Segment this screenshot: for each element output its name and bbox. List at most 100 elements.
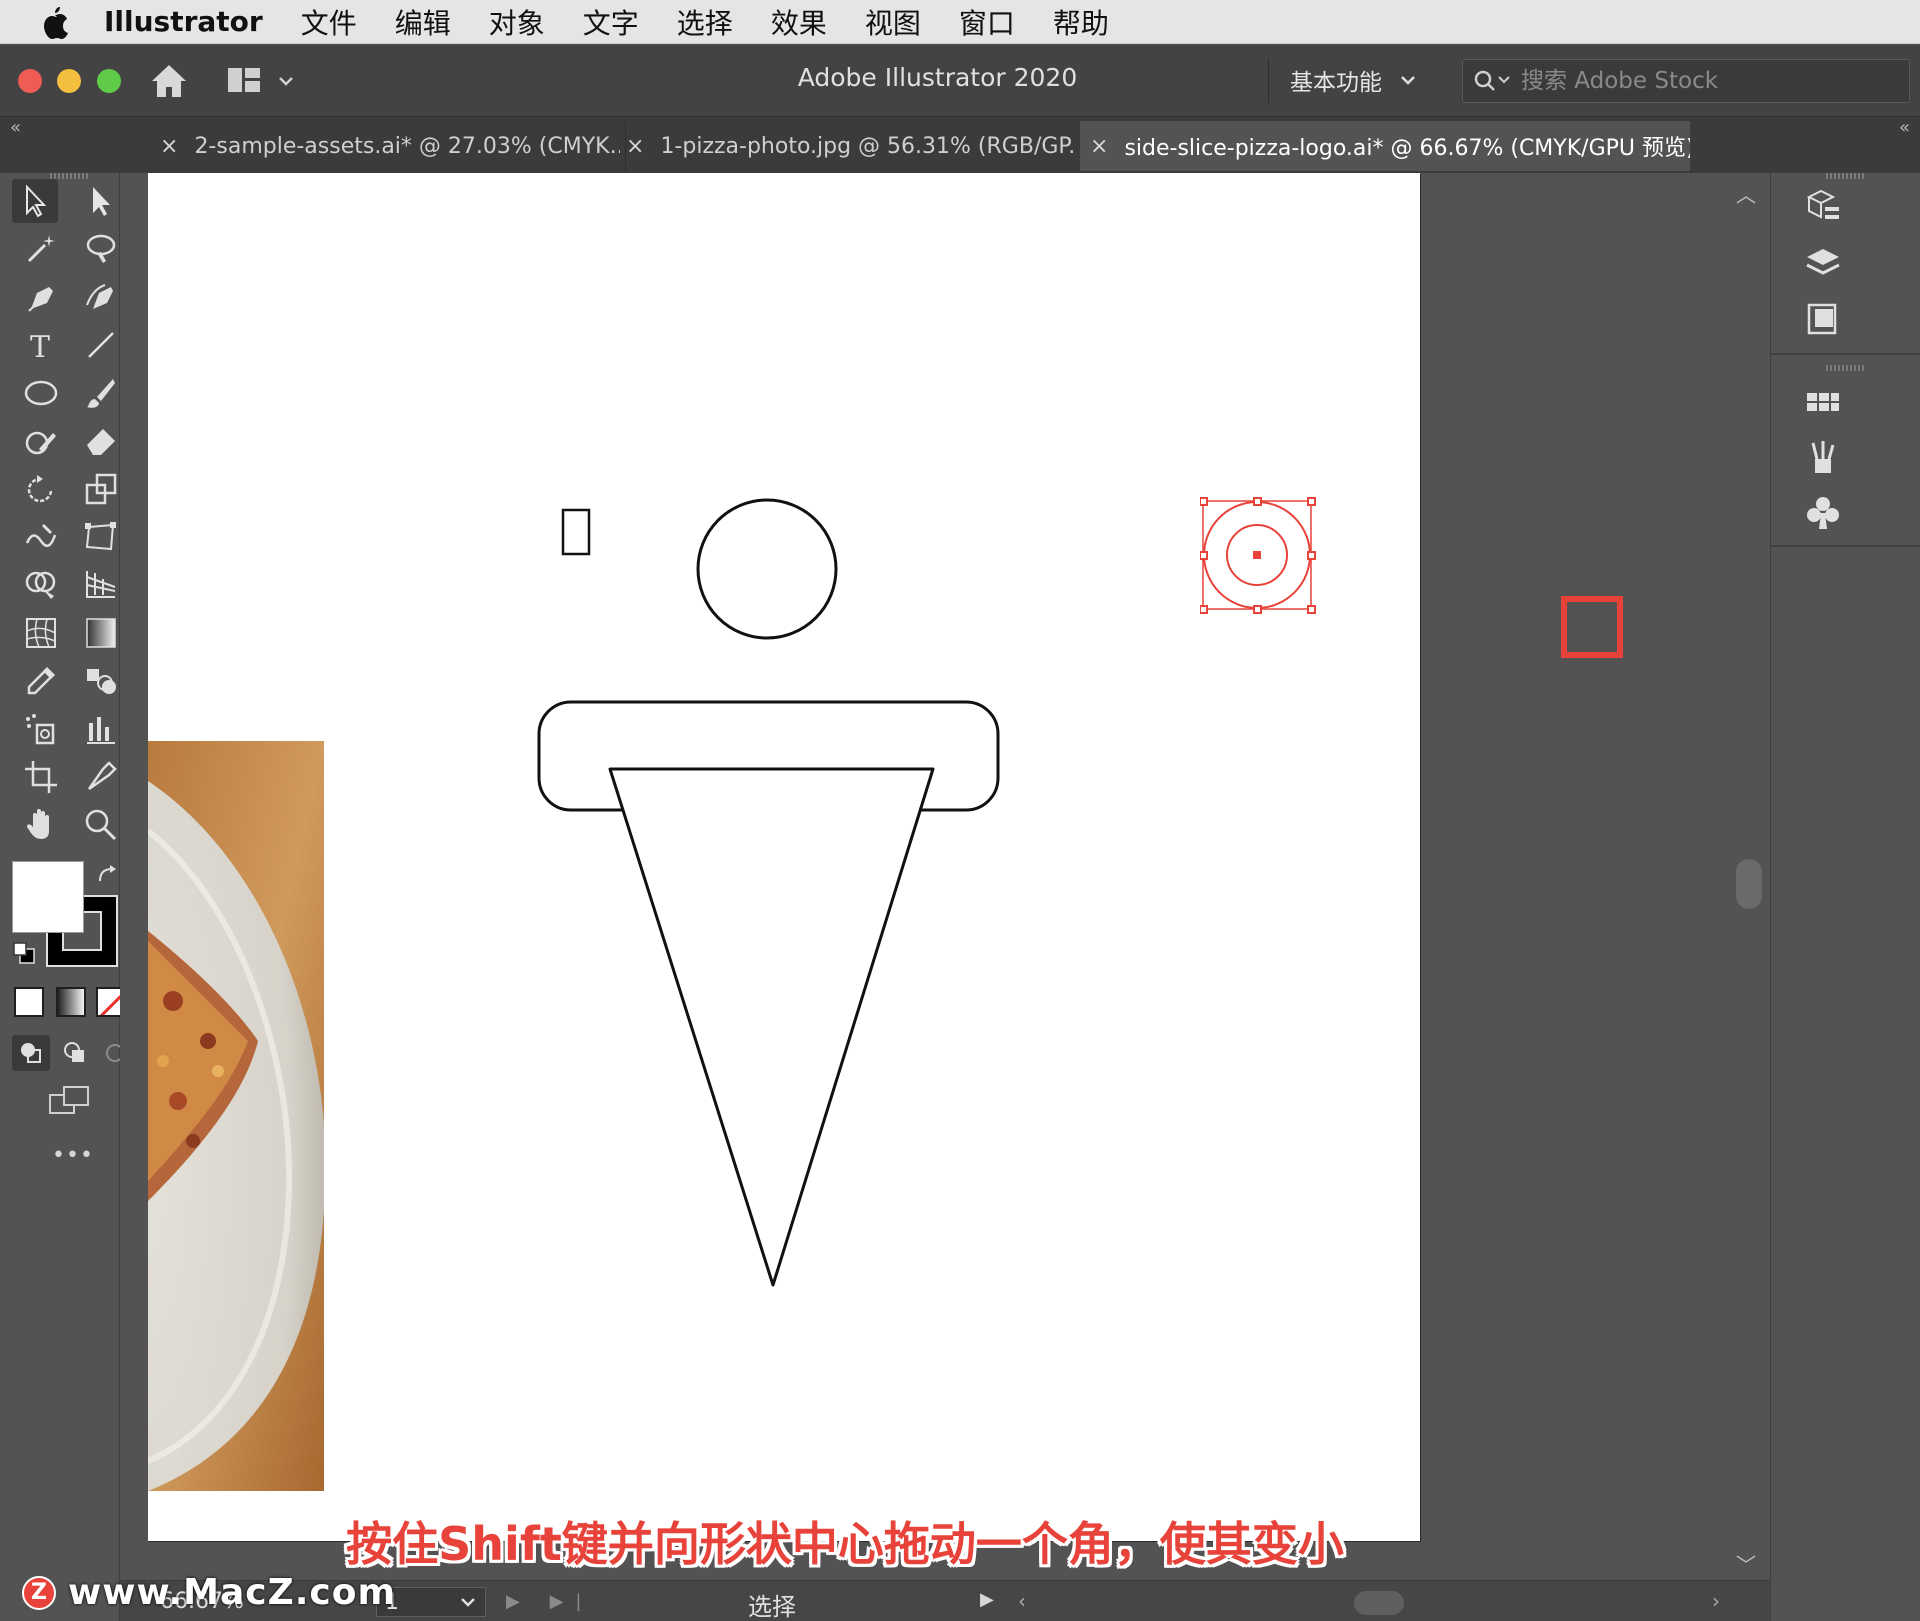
panel-grip[interactable] [1826, 173, 1866, 179]
search-input[interactable] [1521, 68, 1861, 94]
shape-builder-tool-icon[interactable] [18, 563, 64, 607]
close-icon[interactable]: × [626, 134, 644, 159]
circle-shape[interactable] [696, 498, 838, 640]
tab-sample-assets[interactable]: × 2-sample-assets.ai* @ 27.03% (CMYK... [160, 121, 620, 171]
default-fill-stroke-icon[interactable] [12, 941, 38, 967]
tools-panel: T ••• [0, 173, 126, 1621]
menu-window[interactable]: 窗口 [959, 2, 1015, 42]
scroll-left-arrow[interactable]: ‹ [1018, 1589, 1026, 1613]
artboard-next-last-icon[interactable]: ▶ ▶| [506, 1591, 593, 1612]
zoom-window-button[interactable] [97, 69, 121, 93]
line-segment-tool-icon[interactable] [78, 323, 124, 367]
column-graph-tool-icon[interactable] [78, 707, 124, 751]
scale-tool-icon[interactable] [78, 467, 124, 511]
draw-behind-icon[interactable] [56, 1035, 94, 1071]
tab-side-slice-pizza-logo[interactable]: × side-slice-pizza-logo.ai* @ 66.67% (CM… [1080, 121, 1690, 171]
brushes-panel-icon[interactable] [1801, 435, 1845, 479]
current-tool-label: 选择 [748, 1593, 796, 1621]
collapse-panels-icon[interactable]: « [1899, 117, 1910, 138]
eyedropper-tool-icon[interactable] [18, 659, 64, 703]
menu-object[interactable]: 对象 [489, 2, 545, 42]
paintbrush-tool-icon[interactable] [78, 371, 124, 415]
svg-text:T: T [30, 330, 50, 363]
app-menu-illustrator[interactable]: Illustrator [104, 5, 263, 38]
pizza-photo-image[interactable] [148, 741, 324, 1491]
pen-tool-icon[interactable] [18, 275, 64, 319]
libraries-panel-icon[interactable] [1801, 183, 1845, 227]
macos-menu-bar: Illustrator 文件 编辑 对象 文字 选择 效果 视图 窗口 帮助 [0, 0, 1920, 44]
artboards-panel-icon[interactable] [1801, 297, 1845, 341]
curvature-tool-icon[interactable] [78, 275, 124, 319]
minimize-window-button[interactable] [57, 69, 81, 93]
panel-dock [1770, 173, 1920, 1621]
direct-selection-tool-icon[interactable] [78, 179, 124, 223]
shaper-tool-icon[interactable] [18, 419, 64, 463]
chevron-down-icon [1401, 76, 1415, 85]
menu-edit[interactable]: 编辑 [395, 2, 451, 42]
magic-wand-tool-icon[interactable] [18, 227, 64, 271]
layers-panel-icon[interactable] [1801, 241, 1845, 285]
artboard-tool-icon[interactable] [18, 755, 64, 799]
color-mode-button[interactable] [14, 987, 44, 1017]
slice-tool-icon[interactable] [78, 755, 124, 799]
menu-view[interactable]: 视图 [865, 2, 921, 42]
close-window-button[interactable] [18, 69, 42, 93]
chevron-down-icon[interactable] [276, 71, 296, 91]
menu-help[interactable]: 帮助 [1053, 2, 1109, 42]
collapse-toolbar-icon[interactable]: « [10, 117, 21, 138]
tab-pizza-photo[interactable]: × 1-pizza-photo.jpg @ 56.31% (RGB/GP... [625, 121, 1075, 171]
triangle-shape[interactable] [608, 767, 935, 1287]
ellipse-tool-icon[interactable] [18, 371, 64, 415]
menu-type[interactable]: 文字 [583, 2, 639, 42]
free-transform-tool-icon[interactable] [78, 515, 124, 559]
small-rectangle-shape[interactable] [561, 508, 591, 556]
divider [1771, 353, 1920, 355]
close-icon[interactable]: × [1090, 134, 1108, 159]
mesh-tool-icon[interactable] [18, 611, 64, 655]
hand-tool-icon[interactable] [18, 803, 64, 847]
selected-circle-shape[interactable] [1199, 483, 1340, 623]
warp-tool-icon[interactable] [18, 515, 64, 559]
app-title-bar: Adobe Illustrator 2020 基本功能 [0, 45, 1920, 117]
draw-normal-icon[interactable] [12, 1035, 50, 1071]
status-menu-arrow-icon[interactable]: ▶ [980, 1589, 994, 1610]
artboard[interactable] [148, 173, 1420, 1541]
document-canvas[interactable]: ︿ ﹀ [120, 173, 1770, 1573]
divider [1268, 59, 1269, 103]
scroll-down-arrow[interactable]: ﹀ [1736, 1549, 1756, 1573]
vertical-scroll-thumb[interactable] [1736, 859, 1762, 909]
adobe-stock-search[interactable] [1462, 59, 1910, 103]
menu-effect[interactable]: 效果 [771, 2, 827, 42]
scroll-right-arrow[interactable]: › [1712, 1589, 1720, 1613]
tab-label: 1-pizza-photo.jpg @ 56.31% (RGB/GP... [660, 133, 1075, 159]
horizontal-scroll-thumb[interactable] [1354, 1591, 1404, 1615]
tutorial-caption: 按住Shift键并向形状中心拖动一个角，使其变小 [346, 1517, 1344, 1571]
type-tool-icon[interactable]: T [18, 323, 64, 367]
fill-swatch[interactable] [12, 861, 84, 933]
rotate-tool-icon[interactable] [18, 467, 64, 511]
gradient-tool-icon[interactable] [78, 611, 124, 655]
menu-file[interactable]: 文件 [301, 2, 357, 42]
eraser-tool-icon[interactable] [78, 419, 124, 463]
scroll-up-arrow[interactable]: ︿ [1736, 179, 1756, 208]
symbols-panel-icon[interactable] [1801, 491, 1845, 535]
perspective-grid-tool-icon[interactable] [78, 563, 124, 607]
workspace-switcher[interactable]: 基本功能 [1290, 63, 1418, 97]
apple-logo-icon[interactable] [40, 2, 74, 42]
menu-select[interactable]: 选择 [677, 2, 733, 42]
gradient-mode-button[interactable] [56, 987, 86, 1017]
lasso-tool-icon[interactable] [78, 227, 124, 271]
home-icon[interactable] [148, 59, 190, 103]
symbol-sprayer-tool-icon[interactable] [18, 707, 64, 751]
window-title: Adobe Illustrator 2020 [797, 63, 1078, 92]
panel-grip[interactable] [1826, 365, 1866, 371]
selection-tool-icon[interactable] [12, 179, 58, 223]
swatches-panel-icon[interactable] [1801, 381, 1845, 425]
arrange-documents-icon[interactable] [226, 65, 262, 95]
screen-mode-icon[interactable] [48, 1083, 92, 1119]
close-icon[interactable]: × [160, 134, 178, 159]
zoom-tool-icon[interactable] [78, 803, 124, 847]
edit-toolbar-more-button[interactable]: ••• [52, 1143, 94, 1168]
tab-label: side-slice-pizza-logo.ai* @ 66.67% (CMYK… [1124, 136, 1690, 161]
blend-tool-icon[interactable] [78, 659, 124, 703]
